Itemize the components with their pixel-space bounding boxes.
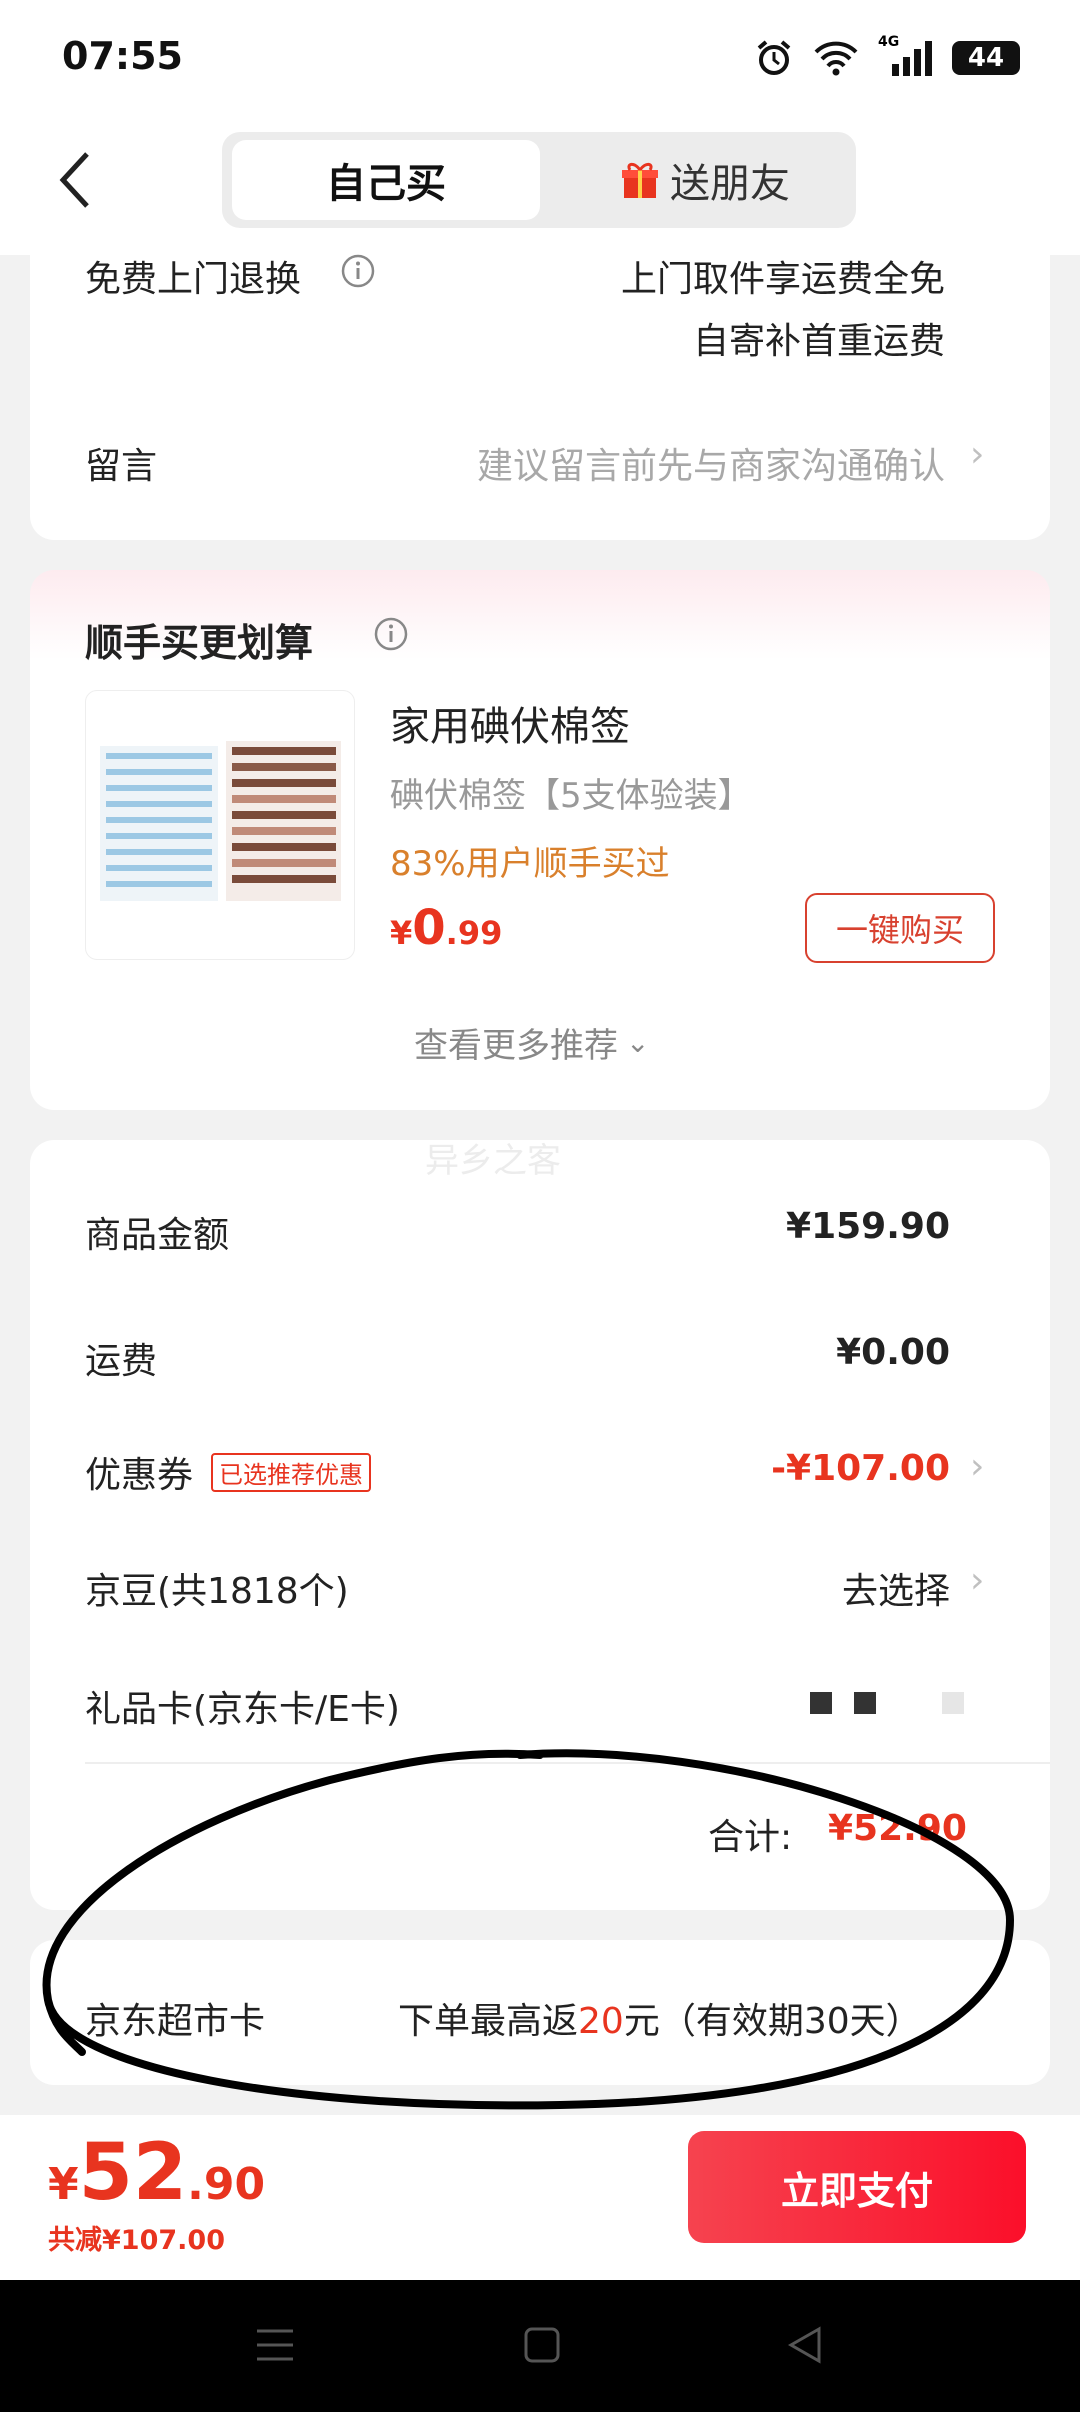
final-price-symbol: ¥ — [48, 2159, 79, 2210]
goods-amount-label: 商品金额 — [85, 1215, 230, 1256]
tab-gift-friend[interactable]: 送朋友 — [560, 140, 850, 220]
final-price-dec: .90 — [187, 2159, 266, 2210]
price-int: 0 — [412, 900, 446, 956]
status-icons: 4G 44 — [754, 34, 1020, 78]
status-time: 07:55 — [62, 34, 183, 78]
bought-ratio: 83%用户顺手买过 — [390, 844, 670, 884]
product-name[interactable]: 家用碘伏棉签 — [390, 694, 630, 752]
battery-level: 44 — [967, 43, 1005, 73]
price-symbol: ¥ — [390, 914, 413, 952]
menu-icon[interactable] — [255, 2325, 295, 2365]
coupon-chevron-icon: › — [970, 1446, 985, 1487]
watermark: 异乡之客 — [425, 1141, 561, 1181]
wifi-icon — [814, 41, 858, 76]
more-recommend-label: 查看更多推荐 — [414, 1026, 618, 1066]
recommend-info-icon[interactable] — [373, 616, 409, 652]
final-price-int: 52 — [78, 2128, 188, 2218]
back-icon[interactable] — [785, 2325, 825, 2365]
product-image[interactable] — [85, 690, 355, 960]
price-dec: .99 — [445, 914, 503, 952]
message-input[interactable]: 建议留言前先与商家沟通确认 — [477, 437, 945, 489]
coupon-value[interactable]: -¥107.00 — [771, 1448, 950, 1489]
gift-icon — [622, 162, 658, 198]
one-click-buy-button[interactable]: 一键购买 — [805, 893, 995, 963]
home-icon[interactable] — [522, 2325, 562, 2365]
recommend-title: 顺手买更划算 — [85, 621, 314, 665]
alarm-icon — [757, 40, 791, 75]
product-spec: 碘伏棉签【5支体验装】 — [390, 776, 752, 816]
signal-icon: 4G — [878, 34, 934, 78]
info-icon[interactable] — [340, 253, 376, 289]
total-discount: 共减¥107.00 — [48, 2225, 225, 2256]
hand-drawn-circle-annotation — [42, 1749, 1015, 2110]
pay-now-button[interactable]: 立即支付 — [688, 2131, 1026, 2243]
coupon-label: 优惠券 — [85, 1455, 194, 1496]
free-return-label: 免费上门退换 — [85, 259, 302, 300]
tab-self-buy[interactable]: 自己买 — [232, 140, 540, 220]
back-arrow-icon[interactable] — [55, 150, 95, 210]
beans-select[interactable]: 去选择 — [842, 1562, 950, 1614]
beans-label: 京豆(共1818个) — [85, 1571, 349, 1612]
final-price: ¥52.90 — [48, 2128, 265, 2218]
message-label: 留言 — [85, 446, 158, 487]
message-chevron-icon: › — [970, 434, 985, 475]
more-recommend-link[interactable]: 查看更多推荐 ⌄ — [414, 1018, 649, 1067]
chevron-down-icon: ⌄ — [626, 1026, 650, 1059]
product-price: ¥0.99 — [390, 900, 502, 956]
coupon-row[interactable]: 优惠券 已选推荐优惠 — [85, 1446, 372, 1498]
battery-icon: 44 — [952, 41, 1020, 75]
shipping-label: 运费 — [85, 1341, 158, 1382]
shipping-value: ¥0.00 — [836, 1332, 950, 1373]
tab-gift-label: 送朋友 — [670, 161, 790, 207]
beans-chevron-icon: › — [970, 1560, 985, 1601]
coupon-tag: 已选推荐优惠 — [211, 1452, 372, 1492]
goods-amount-value: ¥159.90 — [786, 1206, 950, 1247]
return-desc-1: 上门取件享运费全免 — [620, 259, 945, 300]
return-desc-2: 自寄补首重运费 — [692, 321, 945, 362]
